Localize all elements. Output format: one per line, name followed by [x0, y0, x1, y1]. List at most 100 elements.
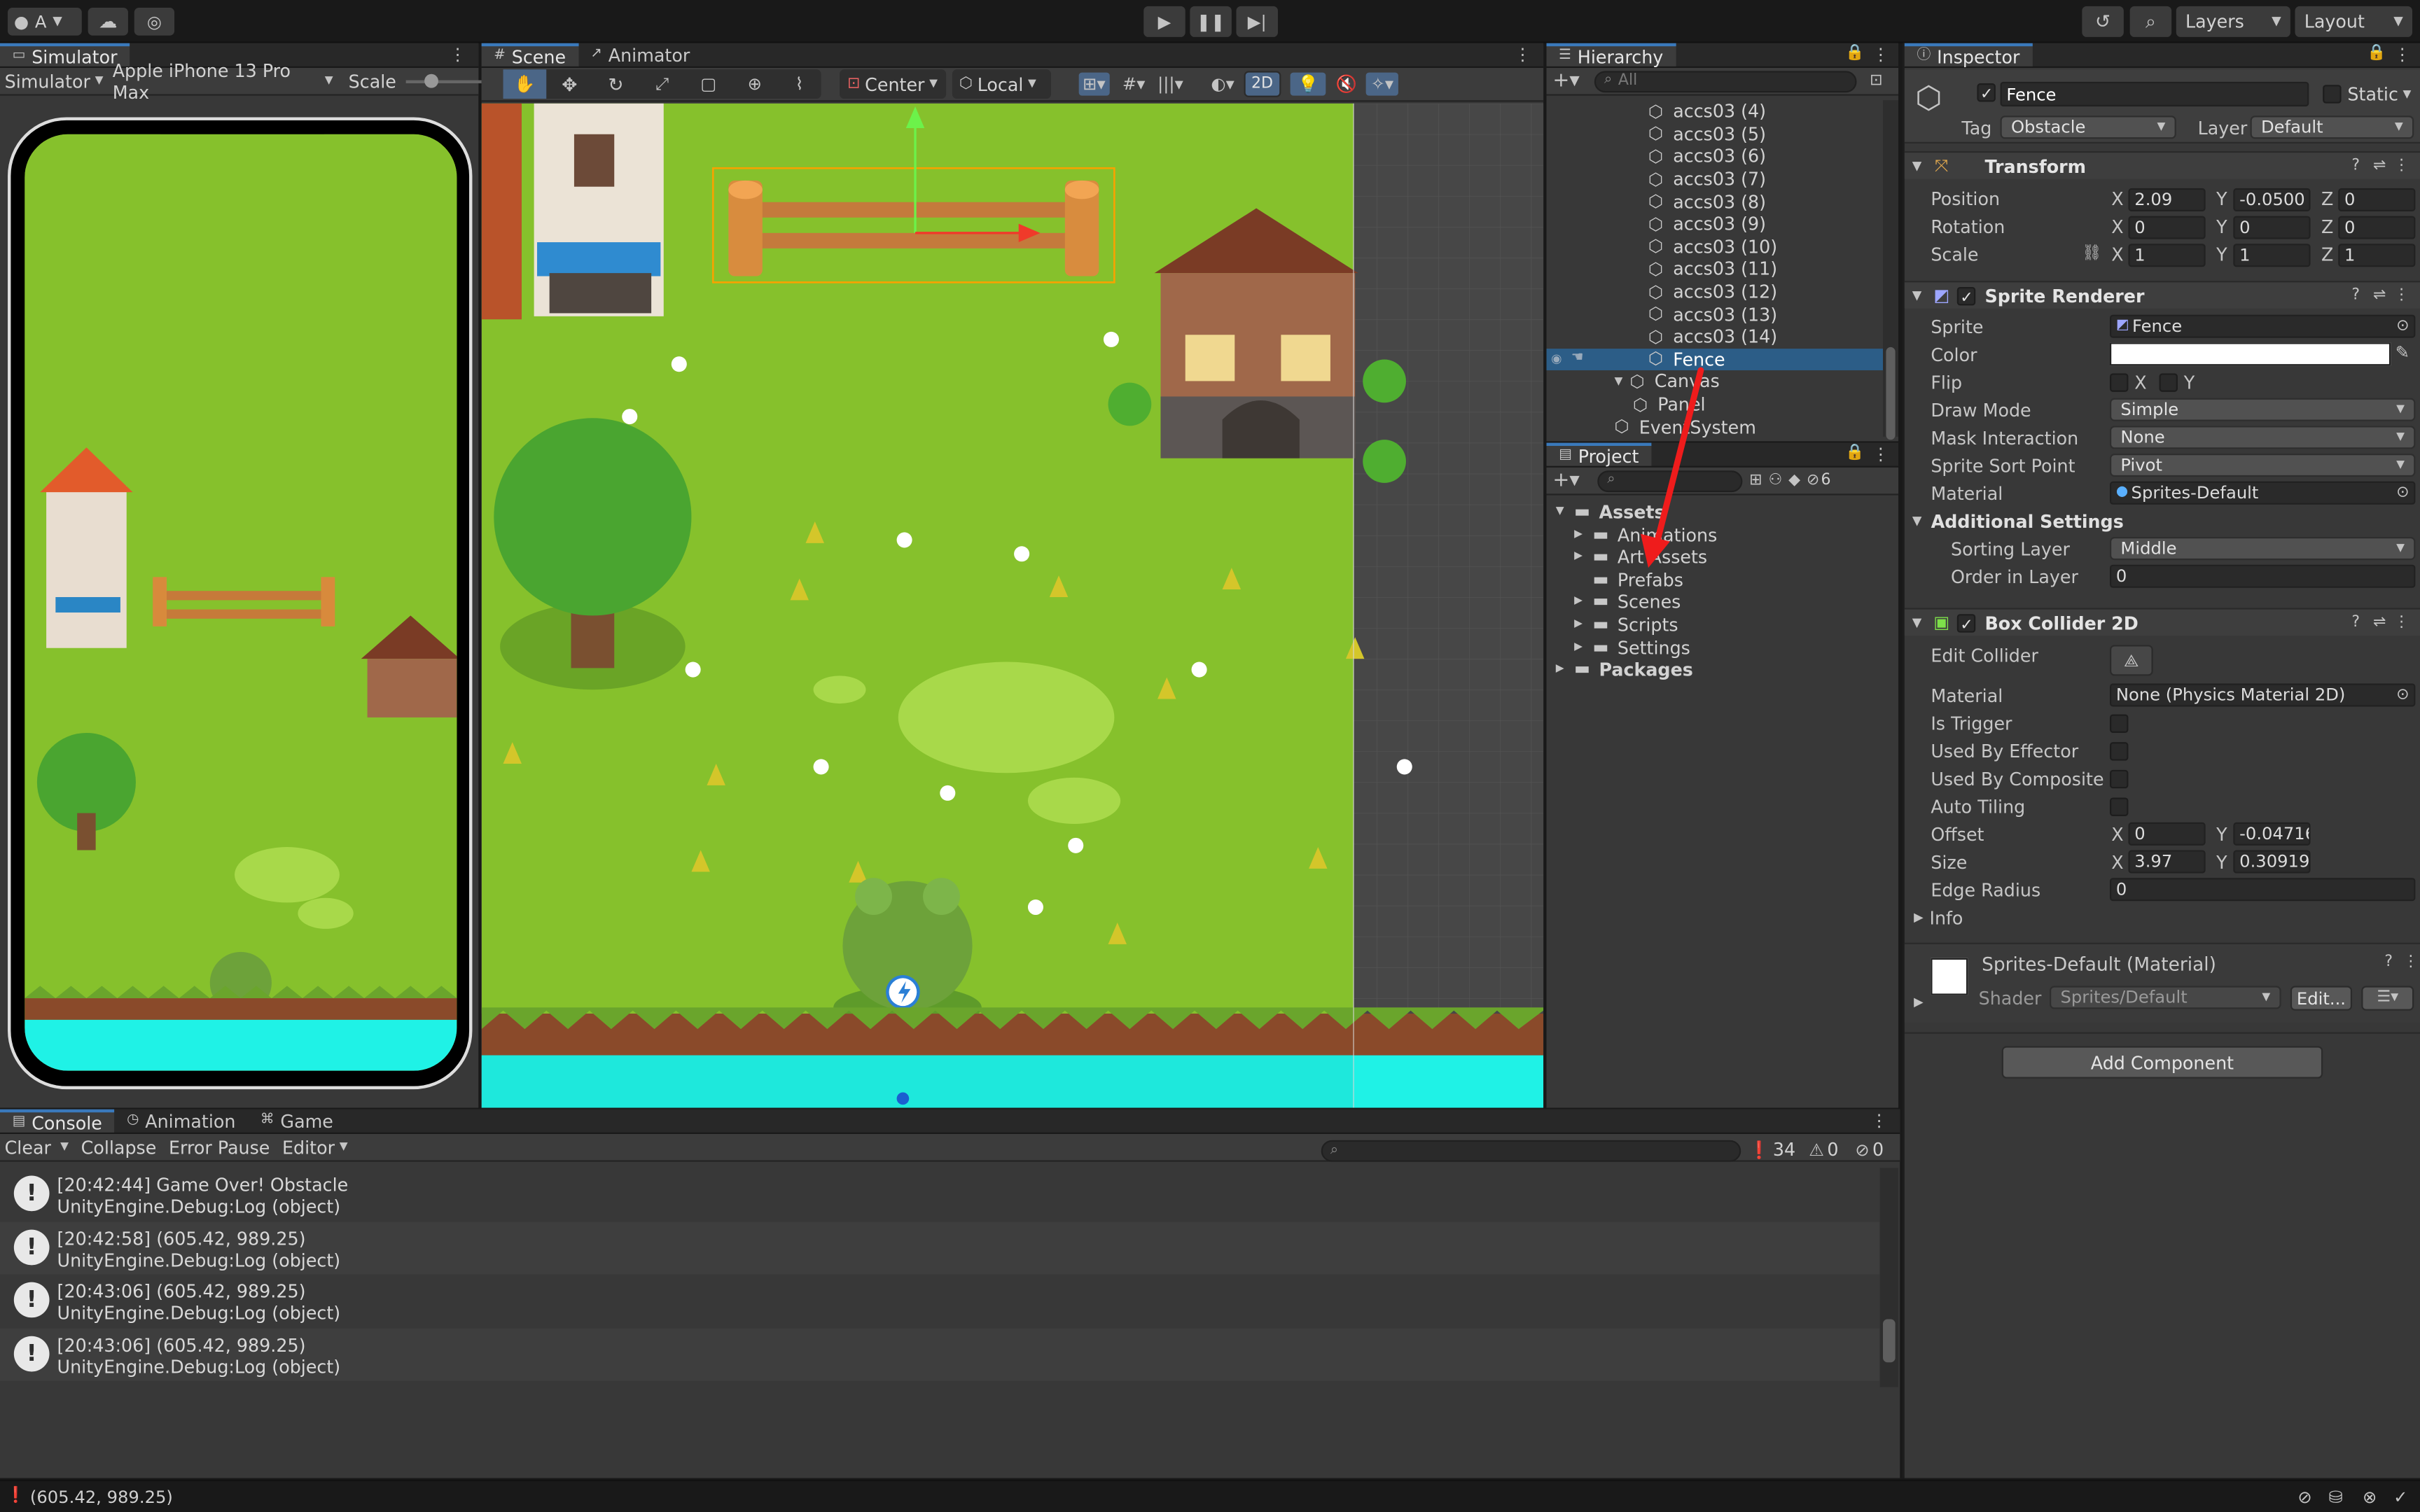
- edit-collider-button[interactable]: ⟁: [2110, 645, 2153, 676]
- foldout-closed-icon[interactable]: ▶: [1574, 618, 1583, 629]
- pickable-hand-icon[interactable]: ☚: [1571, 351, 1584, 366]
- help-icon[interactable]: ?: [2351, 287, 2360, 303]
- rotation-y-field[interactable]: 0: [2233, 215, 2311, 239]
- sprite-sort-point-dropdown[interactable]: Pivot ▼: [2110, 454, 2416, 477]
- tab-game[interactable]: ⌘ Game: [248, 1110, 345, 1133]
- hand-tool-icon[interactable]: ✋: [503, 69, 547, 99]
- cloud-button[interactable]: ☁: [88, 8, 128, 36]
- hierarchy-item[interactable]: ⬡ accs03 (10): [1547, 235, 1883, 258]
- lock-icon[interactable]: 🔒: [2367, 46, 2386, 62]
- used-by-effector-checkbox[interactable]: [2110, 742, 2129, 761]
- search-by-label-icon[interactable]: ⚇: [1768, 472, 1782, 489]
- rotate-tool-icon[interactable]: ↻: [592, 75, 639, 93]
- order-in-layer-field[interactable]: 0: [2110, 564, 2416, 588]
- tab-simulator[interactable]: ▭ Simulator: [0, 43, 130, 67]
- increment-snap-icon[interactable]: |||▾: [1157, 76, 1183, 92]
- more-menu-icon[interactable]: ⋮: [2403, 954, 2419, 970]
- project-folder[interactable]: ▼ ▬ Assets: [1547, 501, 1899, 524]
- scale-slider[interactable]: [405, 73, 483, 89]
- more-menu-icon[interactable]: ⋮: [2394, 46, 2411, 63]
- is-trigger-checkbox[interactable]: [2110, 714, 2129, 733]
- console-log-entry[interactable]: ! [20:43:06] (605.42, 989.25) UnityEngine.…: [0, 1274, 1880, 1328]
- sorting-layer-dropdown[interactable]: Middle ▼: [2110, 537, 2416, 561]
- grid-icon[interactable]: #▾: [1122, 76, 1146, 92]
- offset-x-field[interactable]: 0: [2128, 822, 2206, 846]
- console-scrollbar[interactable]: [1879, 1168, 1899, 1387]
- rect-tool-icon[interactable]: ▢: [686, 76, 732, 92]
- help-icon[interactable]: ?: [2351, 614, 2360, 630]
- editor-dropdown[interactable]: Editor ▼: [282, 1136, 348, 1158]
- static-checkbox[interactable]: [2323, 85, 2342, 104]
- console-log-entry[interactable]: ! [20:42:44] Game Over! Obstacle UnityEngi…: [0, 1168, 1880, 1222]
- hierarchy-item[interactable]: ⬡ accs03 (8): [1547, 190, 1883, 213]
- sprite-field[interactable]: ◩ Fence ⊙: [2110, 314, 2416, 338]
- collider-material-field[interactable]: None (Physics Material 2D) ⊙: [2110, 683, 2416, 707]
- additional-settings-foldout[interactable]: ▼ Additional Settings: [1912, 509, 2124, 533]
- add-icon[interactable]: +▾: [1552, 71, 1579, 91]
- draw-mode-dropdown[interactable]: Simple ▼: [2110, 398, 2416, 421]
- tag-icon[interactable]: ◆: [1788, 472, 1800, 489]
- material-field[interactable]: ● Sprites-Default ⊙: [2110, 481, 2416, 505]
- hierarchy-search[interactable]: ⌕ All: [1594, 70, 1858, 92]
- object-picker-icon[interactable]: ⊙: [2396, 484, 2409, 500]
- search-button[interactable]: ⌕: [2129, 6, 2172, 37]
- step-button[interactable]: ▶|: [1236, 6, 1278, 37]
- foldout-closed-icon[interactable]: ▶: [1574, 640, 1583, 652]
- project-folder[interactable]: ▶ ▬ Scripts: [1547, 614, 1899, 636]
- hierarchy-scrollbar[interactable]: [1883, 100, 1899, 440]
- scale-tool-icon[interactable]: ⤢: [639, 76, 685, 92]
- hierarchy-item[interactable]: ⬡ accs03 (13): [1547, 303, 1883, 326]
- add-component-button[interactable]: Add Component: [2001, 1046, 2323, 1079]
- layer-dropdown[interactable]: Default ▼: [2250, 115, 2414, 139]
- scale-slider-handle[interactable]: [424, 73, 438, 88]
- color-swatch[interactable]: [2110, 342, 2391, 366]
- layers-dropdown[interactable]: Layers ▼: [2176, 6, 2290, 37]
- status-message[interactable]: (605.42, 989.25): [30, 1487, 173, 1507]
- position-x-field[interactable]: 2.09: [2128, 187, 2206, 211]
- project-folder[interactable]: ▶ ▬ Animations: [1547, 524, 1899, 546]
- audio-icon[interactable]: 🔇: [1336, 76, 1357, 92]
- position-y-field[interactable]: -0.0500: [2233, 187, 2311, 211]
- cache-server-icon[interactable]: ⛁: [2329, 1488, 2343, 1505]
- active-checkbox[interactable]: [1977, 83, 1996, 102]
- hierarchy-item[interactable]: ⬡ accs03 (6): [1547, 146, 1883, 168]
- static-dropdown[interactable]: Static ▼: [2347, 83, 2411, 105]
- rotation-x-field[interactable]: 0: [2128, 215, 2206, 239]
- hierarchy-item[interactable]: ▼ ⬡ Canvas: [1547, 370, 1883, 393]
- size-y-field[interactable]: 0.30919: [2233, 850, 2311, 874]
- hierarchy-item[interactable]: ⬡ accs03 (9): [1547, 213, 1883, 235]
- object-picker-icon[interactable]: ⊙: [2396, 687, 2409, 703]
- lighting-icon[interactable]: 💡: [1290, 72, 1327, 96]
- position-z-field[interactable]: 0: [2338, 187, 2416, 211]
- tab-hierarchy[interactable]: ☰ Hierarchy: [1546, 43, 1676, 67]
- more-menu-icon[interactable]: ⋮: [2394, 614, 2409, 630]
- scene-visibility-icon[interactable]: ⊡: [1870, 73, 1882, 89]
- hierarchy-item[interactable]: ⬡ accs03 (11): [1547, 258, 1883, 280]
- hierarchy-item[interactable]: ◉ ☚ ⬡ Fence: [1546, 348, 1884, 371]
- foldout-closed-icon[interactable]: ▶: [1914, 996, 1924, 1009]
- foldout-closed-icon[interactable]: ▶: [1574, 596, 1583, 607]
- scene-viewport[interactable]: [481, 103, 1544, 1108]
- info-foldout[interactable]: ▶ Info: [1914, 906, 1963, 930]
- hierarchy-item[interactable]: ⬡ EventSystem: [1547, 416, 1883, 438]
- help-icon[interactable]: ?: [2384, 954, 2393, 970]
- foldout-closed-icon[interactable]: ▶: [1556, 663, 1564, 674]
- search-by-type-icon[interactable]: ⊞: [1749, 472, 1762, 489]
- 2d-toggle[interactable]: 2D: [1243, 71, 1281, 97]
- shader-options-button[interactable]: ☰▾: [2361, 986, 2414, 1011]
- hierarchy-scroll-thumb[interactable]: [1886, 346, 1896, 440]
- project-folder[interactable]: ▶ ▬ Settings: [1547, 636, 1899, 659]
- network-icon[interactable]: ⊗: [2363, 1488, 2377, 1505]
- pause-button[interactable]: ❚❚: [1190, 6, 1232, 37]
- foldout-closed-icon[interactable]: ▶: [1574, 528, 1583, 539]
- transform-header[interactable]: ▼ ⤧ Transform ? ⇌ ⋮: [1904, 151, 2420, 179]
- console-scroll-thumb[interactable]: [1883, 1319, 1896, 1363]
- eyedropper-icon[interactable]: ✎: [2395, 344, 2409, 361]
- space-dropdown[interactable]: ⬡ Local ▼: [951, 69, 1050, 99]
- scale-y-field[interactable]: 1: [2233, 243, 2311, 267]
- mask-interaction-dropdown[interactable]: None ▼: [2110, 426, 2416, 449]
- transform-tool-icon[interactable]: ⊕: [732, 76, 778, 92]
- lock-icon[interactable]: 🔒: [1845, 445, 1864, 461]
- move-tool-icon[interactable]: ✥: [546, 75, 592, 93]
- console-log-entry[interactable]: ! [20:42:58] (605.42, 989.25) UnityEngine.…: [0, 1221, 1880, 1275]
